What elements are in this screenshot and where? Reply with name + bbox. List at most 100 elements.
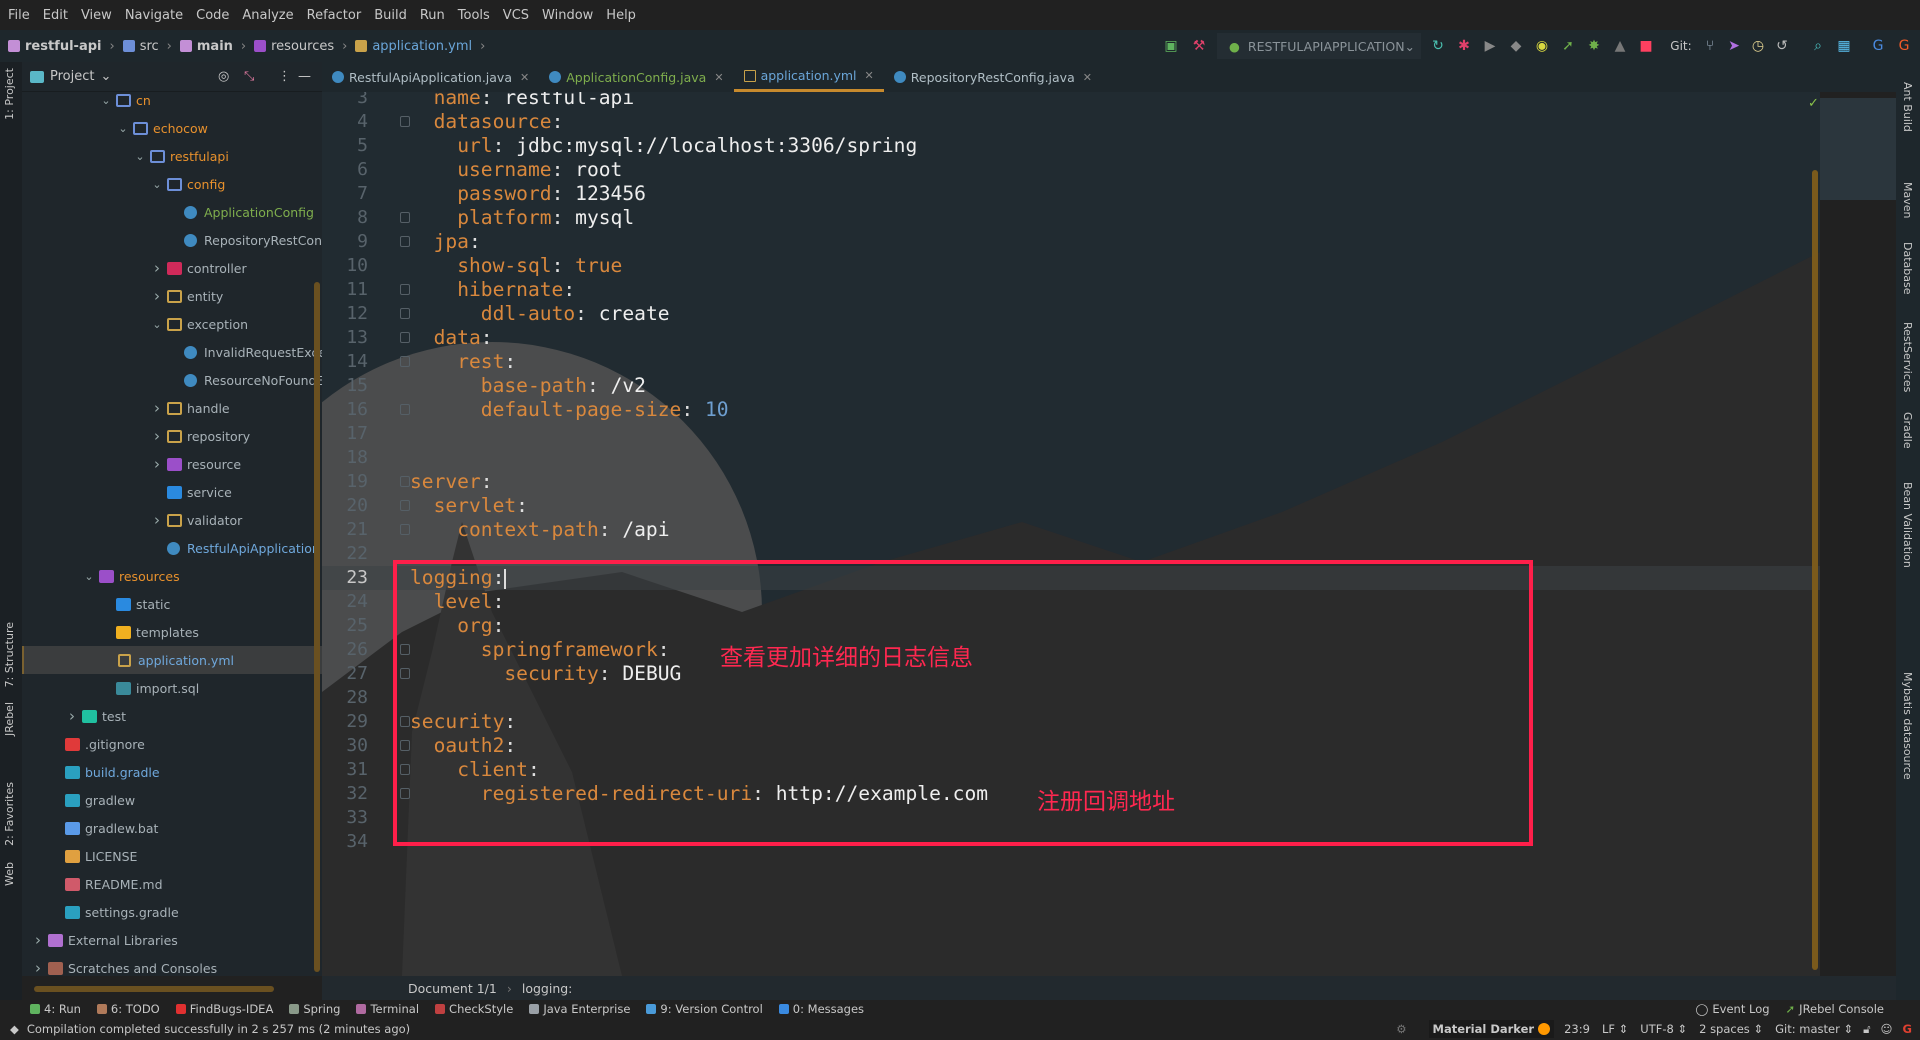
tab-applicationconfig-java[interactable]: ApplicationConfig.java ✕ xyxy=(539,62,733,92)
tool-findbugsidea[interactable]: FindBugs-IDEA xyxy=(175,1002,273,1016)
profile-icon[interactable]: ◉ xyxy=(1534,38,1550,54)
tree-item[interactable]: › Scratches and Consoles xyxy=(22,954,322,976)
close-icon[interactable]: ✕ xyxy=(865,69,874,82)
tree-item[interactable]: ApplicationConfig xyxy=(22,198,322,226)
tree-item[interactable]: LICENSE xyxy=(22,842,322,870)
menu-analyze[interactable]: Analyze xyxy=(242,8,293,23)
tool-javaenterprise[interactable]: Java Enterprise xyxy=(529,1002,630,1016)
tool-versioncontrol[interactable]: 9: Version Control xyxy=(646,1002,763,1016)
history-icon[interactable]: ◷ xyxy=(1750,38,1766,54)
tool-run[interactable]: 4: Run xyxy=(30,1002,81,1016)
breadcrumb-item[interactable]: resources › xyxy=(254,39,347,54)
git-branch-select[interactable]: Git: master ⇕ xyxy=(1775,1022,1853,1036)
collapse-all-icon[interactable]: ⤡ xyxy=(244,69,254,84)
tab-repositoryrestconfig-java[interactable]: RepositoryRestConfig.java ✕ xyxy=(884,62,1102,92)
rollback-icon[interactable]: ↺ xyxy=(1774,38,1790,54)
tree-item[interactable]: RestfulApiApplication xyxy=(22,534,322,562)
close-icon[interactable]: ✕ xyxy=(1083,71,1092,84)
tool-stripe-antbuild[interactable]: Ant Build xyxy=(1901,82,1914,132)
chevron-right-icon[interactable]: › xyxy=(151,287,163,305)
tool-jrebel-console[interactable]: ➚ JRebel Console xyxy=(1786,1002,1884,1016)
tool-event-log[interactable]: ◯ Event Log xyxy=(1696,1002,1770,1016)
tool-stripe-favorites[interactable]: 2: Favorites xyxy=(3,782,16,846)
tool-stripe-database[interactable]: Database xyxy=(1901,242,1914,295)
chevron-right-icon[interactable]: › xyxy=(151,399,163,417)
stop-icon[interactable]: ■ xyxy=(1638,38,1654,54)
tree-item[interactable]: .gitignore xyxy=(22,730,322,758)
tool-stripe-project[interactable]: 1: Project xyxy=(3,68,16,120)
menu-window[interactable]: Window xyxy=(542,8,593,23)
tree-item[interactable]: static xyxy=(22,590,322,618)
project-scrollbar[interactable] xyxy=(314,282,320,972)
run-icon[interactable]: ▶ xyxy=(1482,38,1498,54)
settings-help-icon[interactable]: ⚙ xyxy=(1396,1022,1406,1036)
tree-item[interactable]: › entity xyxy=(22,282,322,310)
breadcrumb-item[interactable]: main › xyxy=(179,39,246,54)
tool-stripe-jrebel[interactable]: JRebel xyxy=(3,702,16,736)
code-editor[interactable]: 3 name: restful-api 4 datasource: 5 url: jdbc… xyxy=(322,92,1820,976)
status-message[interactable]: Compilation completed successfully in 2 … xyxy=(27,1022,410,1036)
jrebel-icon[interactable]: ▲ xyxy=(1612,38,1628,54)
chevron-right-icon[interactable]: › xyxy=(66,707,78,725)
tab-application-yml[interactable]: application.yml ✕ xyxy=(733,62,884,92)
tree-item[interactable]: RepositoryRestConfig xyxy=(22,226,322,254)
menu-help[interactable]: Help xyxy=(606,8,636,23)
translate-alt-icon[interactable]: G xyxy=(1896,38,1912,54)
chevron-down-icon[interactable]: ⌄ xyxy=(151,318,163,331)
tool-stripe-maven[interactable]: Maven xyxy=(1901,182,1914,218)
project-view-select[interactable]: Project xyxy=(50,69,94,84)
tool-stripe-beanvalidation[interactable]: Bean Validation xyxy=(1901,482,1914,568)
caret-position[interactable]: 23:9 xyxy=(1564,1022,1590,1036)
fold-marker-icon[interactable] xyxy=(400,500,410,511)
editor-scrollbar[interactable] xyxy=(1812,170,1818,970)
chevron-down-icon[interactable]: ⌄ xyxy=(117,122,129,135)
rerun-icon[interactable]: ↻ xyxy=(1430,38,1446,54)
tree-item[interactable]: build.gradle xyxy=(22,758,322,786)
tree-item[interactable]: › validator xyxy=(22,506,322,534)
hide-panel-icon[interactable]: — xyxy=(298,69,311,84)
menu-view[interactable]: View xyxy=(81,8,112,23)
tree-item[interactable]: ⌄ resources xyxy=(22,562,322,590)
tree-item[interactable]: ⌄ config xyxy=(22,170,322,198)
breadcrumb-logging[interactable]: logging: xyxy=(522,981,573,996)
coverage-icon[interactable]: ◆ xyxy=(1508,38,1524,54)
chevron-right-icon[interactable]: › xyxy=(32,959,44,976)
git-update-icon[interactable]: ⑂ xyxy=(1702,38,1718,54)
debug-icon[interactable]: ✱ xyxy=(1456,38,1472,54)
menu-tools[interactable]: Tools xyxy=(458,8,490,23)
theme-indicator[interactable]: Material Darker xyxy=(1428,1020,1555,1038)
fold-marker-icon[interactable] xyxy=(400,116,410,127)
tree-item[interactable]: README.md xyxy=(22,870,322,898)
menu-build[interactable]: Build xyxy=(374,8,407,23)
tree-item[interactable]: import.sql xyxy=(22,674,322,702)
tree-item[interactable]: › handle xyxy=(22,394,322,422)
git-push-icon[interactable]: ➤ xyxy=(1726,38,1742,54)
tree-item[interactable]: › test xyxy=(22,702,322,730)
translate-icon[interactable]: G xyxy=(1870,38,1886,54)
fold-marker-icon[interactable] xyxy=(400,356,410,367)
tree-item[interactable]: ⌄ echocow xyxy=(22,114,322,142)
breadcrumb-document[interactable]: Document 1/1 xyxy=(408,981,497,996)
chevron-right-icon[interactable]: › xyxy=(32,931,44,949)
chevron-right-icon[interactable]: › xyxy=(151,427,163,445)
tree-item[interactable]: › repository xyxy=(22,422,322,450)
build-hammer-icon[interactable]: ⚒ xyxy=(1191,38,1207,54)
tree-item[interactable]: service xyxy=(22,478,322,506)
tree-item[interactable]: templates xyxy=(22,618,322,646)
breadcrumb-item[interactable]: src › xyxy=(122,39,172,54)
tree-item[interactable]: › resource xyxy=(22,450,322,478)
terminal-icon[interactable]: ▣ xyxy=(1163,38,1179,54)
tree-item[interactable]: gradlew xyxy=(22,786,322,814)
menu-run[interactable]: Run xyxy=(420,8,445,23)
chevron-down-icon[interactable]: ⌄ xyxy=(151,178,163,191)
tree-item[interactable]: gradlew.bat xyxy=(22,814,322,842)
tool-stripe-gradle[interactable]: Gradle xyxy=(1901,412,1914,449)
tree-item[interactable]: › controller xyxy=(22,254,322,282)
tree-item[interactable]: ⌄ exception xyxy=(22,310,322,338)
chevron-down-icon[interactable]: ⌄ xyxy=(100,69,111,84)
line-separator-select[interactable]: LF ⇕ xyxy=(1602,1022,1628,1036)
lock-icon[interactable]: 🔓︎ xyxy=(1863,1022,1870,1037)
menu-vcs[interactable]: VCS xyxy=(503,8,529,23)
encoding-select[interactable]: UTF-8 ⇕ xyxy=(1640,1022,1687,1036)
google-icon[interactable]: G xyxy=(1903,1022,1912,1036)
